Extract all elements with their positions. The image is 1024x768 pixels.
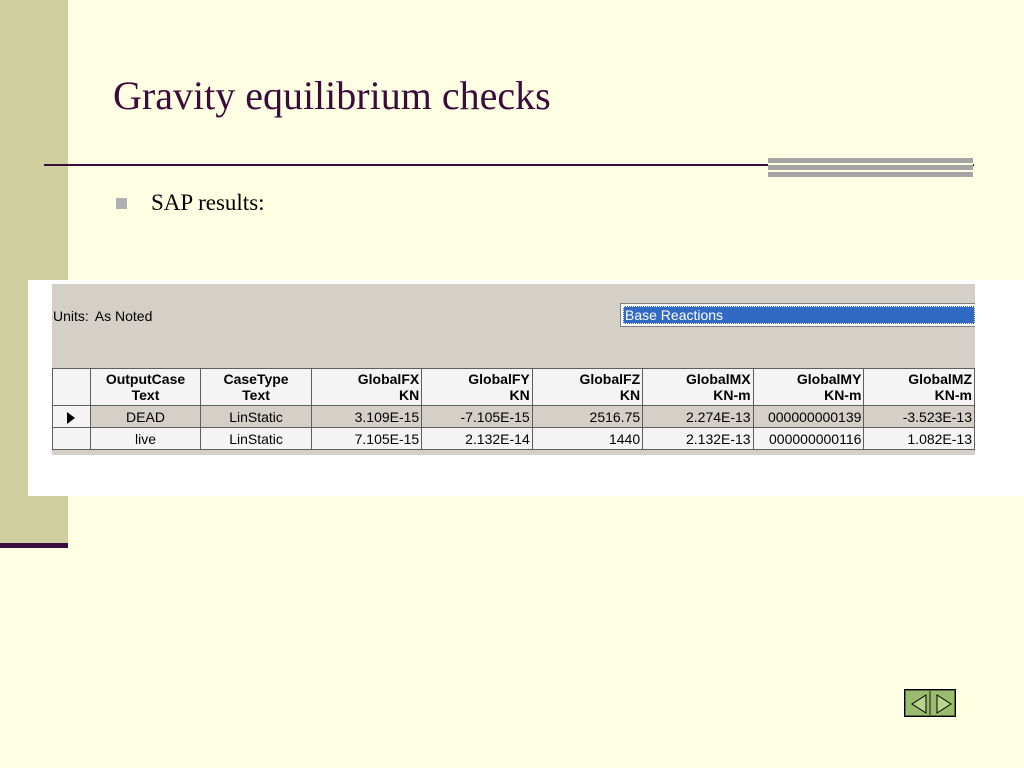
table-selector-dropdown[interactable]: Base Reactions: [620, 303, 975, 327]
bullet-text: SAP results:: [151, 190, 265, 215]
row-selector-current[interactable]: [52, 405, 91, 428]
cell-globalfy[interactable]: 2.132E-14: [421, 427, 533, 450]
triangle-right-icon: [936, 694, 952, 714]
cell-globalmx[interactable]: 2.274E-13: [642, 405, 754, 428]
units-label: Units: As Noted: [53, 308, 152, 324]
sap-results-window: Units: As Noted Base Reactions OutputCase…: [52, 284, 975, 455]
triangle-left-icon: [911, 694, 927, 714]
cell-globalmy[interactable]: 000000000116: [752, 427, 865, 450]
header-globalfy[interactable]: GlobalFY KN: [421, 368, 533, 406]
sap-menubar: [52, 284, 975, 292]
cell-casetype[interactable]: LinStatic: [200, 405, 312, 428]
table-row[interactable]: live LinStatic 7.105E-15 2.132E-14 1440 …: [52, 427, 975, 450]
header-globalfx[interactable]: GlobalFX KN: [310, 368, 423, 406]
cell-globalmz[interactable]: -3.523E-13: [863, 405, 975, 428]
cell-globalmy[interactable]: 000000000139: [752, 405, 865, 428]
previous-slide-button[interactable]: [905, 690, 930, 716]
next-slide-button[interactable]: [930, 690, 955, 716]
header-globalmx[interactable]: GlobalMX KN-m: [642, 368, 754, 406]
cell-outputcase[interactable]: live: [89, 427, 202, 450]
header-outputcase[interactable]: OutputCase Text: [89, 368, 202, 406]
header-globalmy[interactable]: GlobalMY KN-m: [752, 368, 865, 406]
bullet-square-icon: [116, 197, 127, 209]
cell-globalmz[interactable]: 1.082E-13: [863, 427, 975, 450]
cell-globalfx[interactable]: 3.109E-15: [310, 405, 423, 428]
row-selector-header: [52, 368, 91, 406]
row-selector[interactable]: [52, 427, 91, 450]
cell-globalfy[interactable]: -7.105E-15: [421, 405, 533, 428]
cell-globalfz[interactable]: 1440: [531, 427, 644, 450]
table-header-row: OutputCase Text CaseType Text GlobalFX KN G…: [52, 368, 975, 406]
cell-globalmx[interactable]: 2.132E-13: [642, 427, 754, 450]
bullet-item: SAP results:: [116, 190, 265, 216]
slide-title: Gravity equilibrium checks: [113, 73, 551, 118]
cell-casetype[interactable]: LinStatic: [200, 427, 312, 450]
base-reactions-table: OutputCase Text CaseType Text GlobalFX KN G…: [52, 368, 975, 450]
cell-globalfz[interactable]: 2516.75: [531, 405, 644, 428]
header-globalfz[interactable]: GlobalFZ KN: [531, 368, 644, 406]
cell-globalfx[interactable]: 7.105E-15: [310, 427, 423, 450]
sidebar-bottom-bar: [0, 543, 68, 548]
header-casetype[interactable]: CaseType Text: [200, 368, 312, 406]
current-row-arrow-icon: [67, 411, 76, 424]
cell-outputcase[interactable]: DEAD: [89, 405, 202, 428]
header-globalmz[interactable]: GlobalMZ KN-m: [863, 368, 975, 406]
units-value: As Noted: [94, 308, 153, 324]
table-selector-value: Base Reactions: [623, 306, 975, 324]
slide-navigation: [904, 689, 956, 717]
title-accent-stripes: [768, 158, 973, 178]
table-row[interactable]: DEAD LinStatic 3.109E-15 -7.105E-15 2516…: [52, 405, 975, 428]
units-label-text: Units:: [53, 308, 89, 324]
